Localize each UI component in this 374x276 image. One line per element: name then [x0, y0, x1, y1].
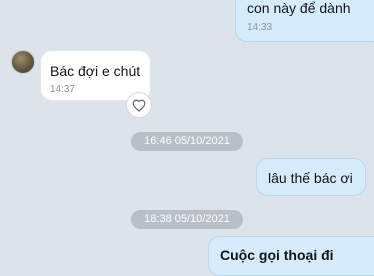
date-separator: 16:46 05/10/2021	[131, 132, 243, 151]
message-text: Bác đợi e chút	[50, 63, 141, 79]
contact-avatar[interactable]	[11, 50, 35, 74]
message-text: Cuộc gọi thoại đi	[220, 247, 334, 263]
outgoing-message-bubble[interactable]: lâu thế bác ơi	[256, 158, 366, 196]
heart-outline-icon	[132, 99, 146, 112]
outgoing-message-bubble[interactable]: Cuộc gọi thoại đi	[208, 236, 374, 276]
message-time: 14:33	[247, 22, 273, 33]
date-separator: 18:38 05/10/2021	[131, 210, 243, 229]
message-text: con này để dành	[247, 0, 351, 16]
message-time: 14:37	[50, 84, 76, 95]
outgoing-message-bubble[interactable]: con này để dành 14:33	[235, 0, 374, 42]
message-text: lâu thế bác ơi	[268, 170, 353, 186]
heart-reaction-button[interactable]	[126, 92, 152, 118]
